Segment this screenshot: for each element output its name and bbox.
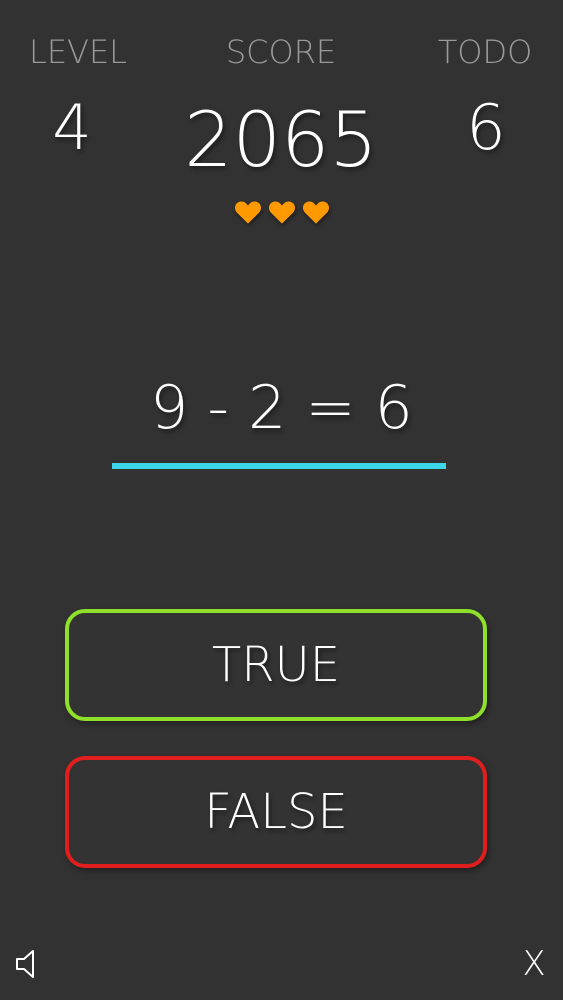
false-button-label: FALSE: [204, 784, 348, 840]
heart-icon: [302, 201, 329, 224]
todo-label: TODO: [437, 33, 533, 71]
speaker-icon: [16, 950, 34, 978]
score-label: SCORE: [225, 33, 337, 71]
level-label: LEVEL: [29, 33, 127, 71]
score-value: 2065: [184, 95, 378, 184]
false-button[interactable]: FALSE: [65, 756, 487, 868]
heart-icon: [234, 201, 261, 224]
equation-text: 9 - 2 = 6: [150, 373, 413, 443]
heart-icon: [268, 201, 295, 224]
close-icon: X: [522, 944, 546, 984]
todo-value: 6: [466, 91, 506, 164]
true-button-label: TRUE: [211, 637, 341, 693]
sound-button[interactable]: [6, 942, 50, 986]
level-value: 4: [52, 91, 92, 164]
lives-indicator: [0, 198, 563, 226]
equation-underline: [112, 463, 446, 469]
true-button[interactable]: TRUE: [65, 609, 487, 721]
close-button[interactable]: X: [512, 942, 556, 986]
